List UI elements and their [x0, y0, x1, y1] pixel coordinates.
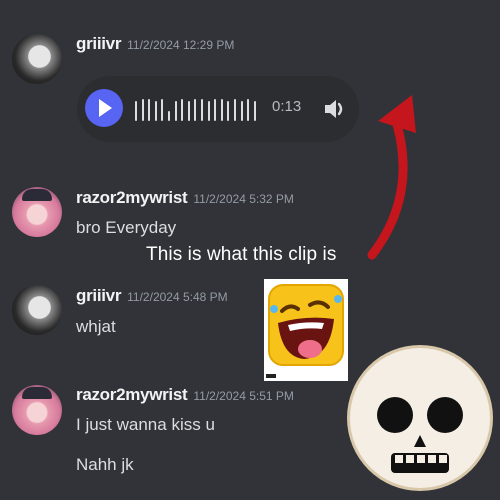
laughing-emoji-icon: [264, 279, 348, 381]
username[interactable]: griiivr: [76, 286, 121, 305]
avatar[interactable]: [12, 34, 62, 84]
username[interactable]: griiivr: [76, 34, 121, 53]
waveform-bar: [247, 99, 250, 121]
avatar[interactable]: [12, 385, 62, 435]
waveform-bar: [194, 99, 197, 121]
message-text: I just wanna kiss u: [76, 415, 215, 434]
timestamp: 11/2/2024 5:48 PM: [127, 290, 228, 304]
waveform-bar: [187, 101, 190, 121]
waveform[interactable]: [135, 97, 285, 121]
duration: 0:13: [272, 98, 302, 115]
message-header: razor2mywrist 11/2/2024 5:51 PM: [76, 385, 294, 405]
avatar[interactable]: [12, 285, 62, 335]
username[interactable]: razor2mywrist: [76, 188, 188, 207]
waveform-bar: [168, 111, 170, 121]
volume-icon[interactable]: [322, 96, 348, 122]
waveform-bar: [148, 99, 151, 121]
message-text: Nahh jk: [76, 455, 134, 474]
waveform-bar: [207, 101, 210, 121]
waveform-bar: [220, 99, 223, 121]
red-curved-arrow-icon: [367, 95, 416, 260]
voice-message-player: 0:13: [77, 76, 359, 142]
waveform-bar: [135, 101, 137, 121]
waveform-bar: [253, 101, 256, 121]
waveform-bar: [214, 99, 217, 121]
waveform-bar: [227, 101, 230, 121]
message-header: griiivr 11/2/2024 12:29 PM: [76, 34, 234, 54]
message-text: whjat: [76, 317, 116, 336]
username[interactable]: razor2mywrist: [76, 385, 188, 404]
overlay-caption: This is what this clip is: [146, 244, 337, 265]
waveform-bar: [141, 99, 144, 121]
waveform-bar: [201, 99, 203, 121]
message-header: griiivr 11/2/2024 5:48 PM: [76, 286, 228, 306]
timestamp: 11/2/2024 5:32 PM: [193, 192, 294, 206]
waveform-bar: [234, 99, 236, 121]
avatar[interactable]: [12, 187, 62, 237]
skull-emoji-icon: [347, 345, 493, 491]
timestamp: 11/2/2024 5:51 PM: [193, 389, 294, 403]
waveform-bar: [240, 101, 243, 121]
message-text: bro Everyday: [76, 218, 177, 237]
waveform-bar: [161, 99, 164, 121]
message-header: razor2mywrist 11/2/2024 5:32 PM: [76, 188, 294, 208]
waveform-bar: [154, 101, 157, 121]
waveform-bar: [181, 99, 184, 121]
play-icon[interactable]: [85, 89, 123, 127]
timestamp: 11/2/2024 12:29 PM: [127, 38, 235, 52]
waveform-bar: [174, 101, 177, 121]
